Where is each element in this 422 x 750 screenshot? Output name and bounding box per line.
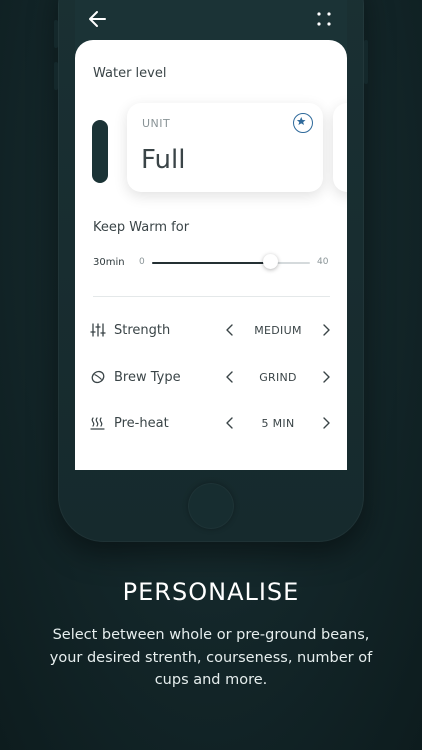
strength-label: Strength — [114, 323, 171, 338]
unit-value: Full — [141, 145, 186, 175]
keep-warm-slider-thumb[interactable] — [263, 254, 278, 269]
promo-description: Select between whole or pre-ground beans… — [49, 627, 373, 688]
phone-side-button — [54, 20, 58, 48]
phone-side-button — [54, 62, 58, 90]
promo-headline: PERSONALISE — [122, 578, 300, 606]
chevron-left-icon[interactable] — [223, 369, 237, 385]
strength-row: Strength MEDIUM — [75, 316, 347, 346]
chevron-right-icon[interactable] — [319, 369, 333, 385]
heat-waves-icon — [90, 417, 105, 430]
keep-warm-slider-track[interactable] — [152, 262, 310, 264]
sliders-icon — [90, 323, 106, 337]
slider-min-label: 0 — [139, 257, 145, 267]
coffee-bean-icon — [91, 370, 105, 384]
chevron-right-icon[interactable] — [319, 415, 333, 431]
chevron-right-icon[interactable] — [319, 322, 333, 338]
keep-warm-title: Keep Warm for — [93, 220, 190, 235]
keep-warm-current: 30min — [93, 257, 125, 268]
back-arrow-icon[interactable] — [87, 8, 109, 30]
water-level-title: Water level — [93, 66, 167, 81]
brew-type-row: Brew Type GRIND — [75, 363, 347, 393]
keep-warm-slider-fill — [152, 262, 271, 264]
pre-heat-row: Pre-heat 5 MIN — [75, 409, 347, 439]
divider — [93, 296, 330, 297]
home-button[interactable] — [188, 483, 234, 529]
more-dots-icon[interactable] — [315, 10, 333, 28]
water-level-indicator — [92, 120, 108, 183]
slider-max-label: 40 — [317, 257, 329, 267]
phone-side-button — [364, 40, 368, 84]
pre-heat-label: Pre-heat — [114, 416, 169, 431]
settings-card: Water level UNIT Full Keep Warm for 30mi… — [75, 40, 347, 470]
pre-heat-value: 5 MIN — [261, 417, 295, 430]
next-unit-card[interactable] — [333, 103, 347, 192]
chevron-left-icon[interactable] — [223, 322, 237, 338]
favorite-star-icon[interactable] — [293, 113, 313, 133]
brew-type-value: GRIND — [259, 371, 297, 384]
unit-card[interactable]: UNIT Full — [127, 103, 323, 192]
app-top-bar — [75, 0, 347, 40]
chevron-left-icon[interactable] — [223, 415, 237, 431]
brew-type-label: Brew Type — [114, 370, 181, 385]
strength-value: MEDIUM — [254, 324, 302, 337]
unit-label: UNIT — [142, 117, 171, 130]
